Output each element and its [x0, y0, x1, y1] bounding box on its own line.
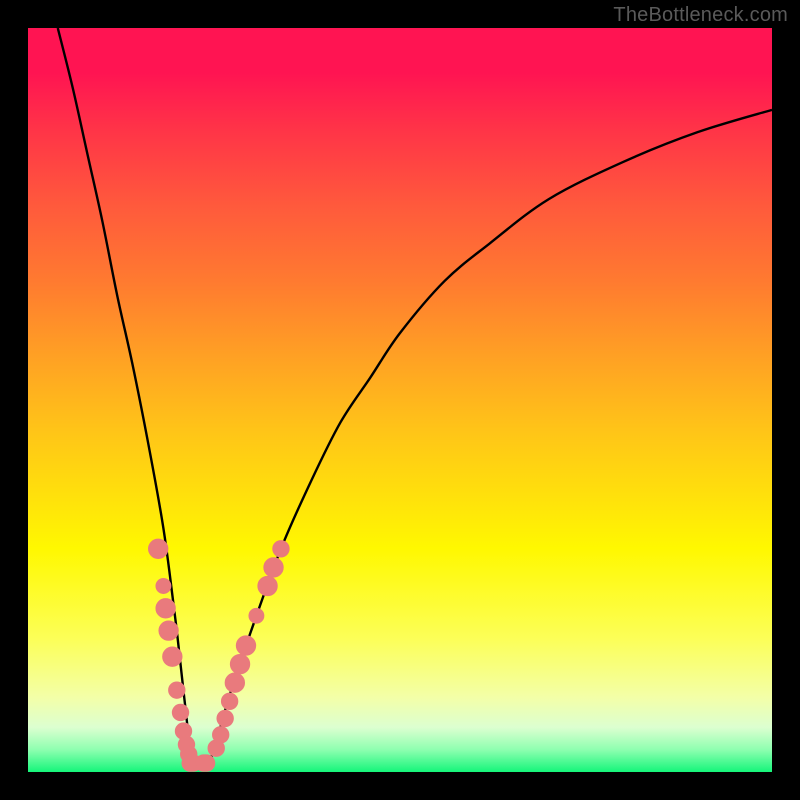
cluster-left-lower-marker: [172, 704, 188, 720]
cluster-right-upper-marker: [273, 541, 289, 557]
cluster-right-upper-marker: [258, 576, 277, 595]
chart-frame: TheBottleneck.com: [0, 0, 800, 800]
cluster-left-upper-marker: [159, 621, 178, 640]
cluster-right-lower-marker: [217, 710, 233, 726]
cluster-left-upper-marker: [156, 579, 171, 594]
cluster-right-lower-marker: [213, 727, 229, 743]
cluster-left-upper-marker: [156, 599, 175, 618]
cluster-right-lower-marker: [221, 693, 237, 709]
chart-svg: [28, 28, 772, 772]
cluster-right-upper-marker: [249, 608, 264, 623]
cluster-left-upper-marker: [163, 647, 182, 666]
cluster-left-upper-marker: [149, 539, 168, 558]
watermark-text: TheBottleneck.com: [613, 4, 788, 27]
cluster-left-lower-marker: [169, 682, 185, 698]
cluster-right-lower-marker: [230, 654, 249, 673]
plot-area: [28, 28, 772, 772]
cluster-right-lower-marker: [236, 636, 255, 655]
cluster-bottom-marker: [195, 755, 214, 771]
cluster-right-upper-marker: [264, 558, 283, 577]
cluster-right-lower-marker: [225, 673, 244, 692]
